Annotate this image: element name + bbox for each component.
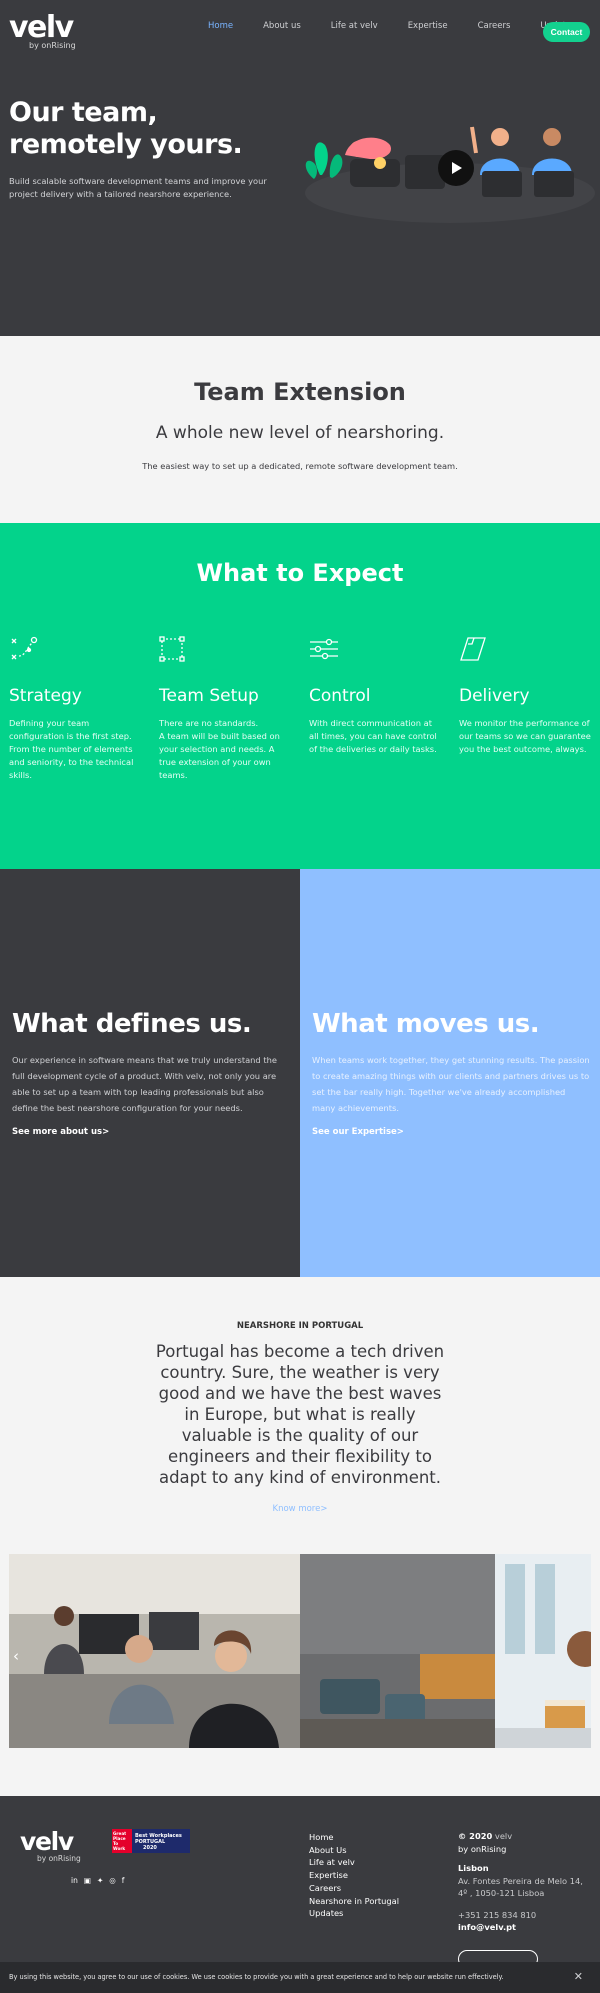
nav-expertise[interactable]: Expertise [408,21,448,31]
copyright-year: © 2020 [458,1831,493,1841]
what-moves-us-text: When teams work together, they get stunn… [312,1055,590,1113]
feature-team-setup: Team Setup There are no standards. A tea… [159,636,294,782]
hero-section: velv by onRising Home About us Life at v… [0,0,600,336]
cookie-text: By using this website, you agree to our … [9,1973,504,1981]
close-icon[interactable]: ✕ [574,1970,583,1983]
see-our-expertise-link[interactable]: See our Expertise> [312,1127,404,1137]
footer-link-nearshore[interactable]: Nearshore in Portugal [309,1895,399,1908]
nav-about-us[interactable]: About us [263,21,301,31]
feature-delivery: Delivery We monitor the performance of o… [459,636,594,756]
email-address[interactable]: info@velv.pt [458,1921,598,1934]
logo-wordmark: velv [9,10,74,45]
team-extension-subtitle: A whole new level of nearshoring. [155,423,445,443]
feature-text: There are no standards. A team will be b… [159,718,280,780]
hero-title-line2: remotely yours. [9,129,243,160]
cookie-banner: By using this website, you agree to our … [0,1962,600,1993]
address-line1: Av. Fontes Pereira de Melo 14, [458,1875,583,1886]
hero-title: Our team, remotely yours. [9,97,279,161]
gallery-prev-arrow-icon[interactable]: ‹ [13,1647,19,1665]
gptw-badge-right: Best Workplaces PORTUGAL 2020 [132,1829,190,1853]
photo-gallery[interactable] [9,1554,591,1748]
delivery-icon [460,637,486,661]
footer-info: © 2020 velv by onRising Lisbon Av. Fonte… [458,1830,598,1934]
logo-subtitle: by onRising [29,41,76,50]
nearshore-quote: Portugal has become a tech driven countr… [155,1342,445,1487]
feature-strategy: Strategy Defining your team configuratio… [9,636,144,782]
control-icon [310,638,338,660]
team-setup-icon [159,636,185,662]
phone-number[interactable]: +351 215 834 810 [458,1909,598,1922]
footer-link-home[interactable]: Home [309,1831,399,1844]
nav-life-at-velv[interactable]: Life at velv [331,21,378,31]
what-to-expect-section: What to Expect Strategy Defining your te… [0,523,600,869]
twitch-icon[interactable]: ▣ [84,1876,91,1885]
office-city: Lisbon [458,1863,489,1873]
linkedin-icon[interactable]: in [71,1876,78,1885]
footer-link-about-us[interactable]: About Us [309,1844,399,1857]
feature-title: Control [309,686,371,706]
what-moves-us-title: What moves us. [312,1009,540,1039]
footer-logo-wordmark: velv [20,1827,74,1856]
gptw-badge-year: 2020 [143,1845,157,1851]
copyright: © 2020 velv [458,1830,598,1843]
know-more-link[interactable]: Know more> [0,1504,600,1514]
what-defines-us-text: Our experience in software means that we… [12,1055,277,1113]
what-to-expect-title: What to Expect [196,559,404,587]
feature-text: Defining your team configuration is the … [9,718,134,780]
address-line2: 4º , 1050-121 Lisboa [458,1888,545,1898]
play-video-button[interactable] [438,150,474,186]
nav-careers[interactable]: Careers [478,21,511,31]
copyright-brand: velv [492,1831,513,1841]
main-nav: Home About us Life at velv Expertise Car… [208,21,600,31]
twitter-icon[interactable]: ✦ [97,1876,103,1885]
team-extension-section: Team Extension A whole new level of near… [0,336,600,523]
feature-title: Team Setup [159,686,259,706]
feature-text: With direct communication at all times, … [309,718,437,754]
gptw-badge-left: Great Place To Work [112,1829,132,1853]
footer-link-careers[interactable]: Careers [309,1882,399,1895]
social-links: in ▣ ✦ ◎ f [71,1876,124,1885]
instagram-icon[interactable]: ◎ [109,1876,116,1885]
logo[interactable]: velv by onRising [9,10,76,51]
what-defines-us-title: What defines us. [12,1009,252,1039]
office-lounge-photo [300,1554,495,1748]
nearshore-section: NEARSHORE IN PORTUGAL Portugal has becom… [0,1277,600,1796]
footer-link-updates[interactable]: Updates [309,1907,399,1920]
team-extension-text: The easiest way to set up a dedicated, r… [142,461,458,471]
copyright-sub: by onRising [458,1843,507,1854]
footer-links: Home About Us Life at velv Expertise Car… [309,1831,399,1920]
team-extension-title: Team Extension [194,378,406,406]
feature-title: Delivery [459,686,530,706]
contact-button[interactable]: Contact [543,22,590,42]
office-cake-photo [495,1554,591,1748]
great-place-to-work-badge: Great Place To Work Best Workplaces PORT… [112,1829,190,1853]
feature-title: Strategy [9,686,82,706]
feature-control: Control With direct communication at all… [309,636,444,756]
what-defines-us-section: What defines us. Our experience in softw… [0,869,300,1277]
office-team-photo [9,1554,300,1748]
play-icon [452,162,462,174]
feature-text: We monitor the performance of our teams … [459,718,591,754]
hero-text: Build scalable software development team… [9,176,267,199]
footer-logo-subtitle: by onRising [37,1854,81,1863]
footer-link-expertise[interactable]: Expertise [309,1869,399,1882]
strategy-icon [11,636,38,660]
footer-logo[interactable]: velv by onRising [20,1827,81,1863]
see-more-about-us-link[interactable]: See more about us> [12,1127,109,1137]
what-moves-us-section: What moves us. When teams work together,… [300,869,600,1277]
hero-title-line1: Our team, [9,97,158,128]
nearshore-label: NEARSHORE IN PORTUGAL [236,1321,364,1331]
nav-home[interactable]: Home [208,21,233,31]
facebook-icon[interactable]: f [122,1876,125,1885]
footer-link-life-at-velv[interactable]: Life at velv [309,1856,399,1869]
